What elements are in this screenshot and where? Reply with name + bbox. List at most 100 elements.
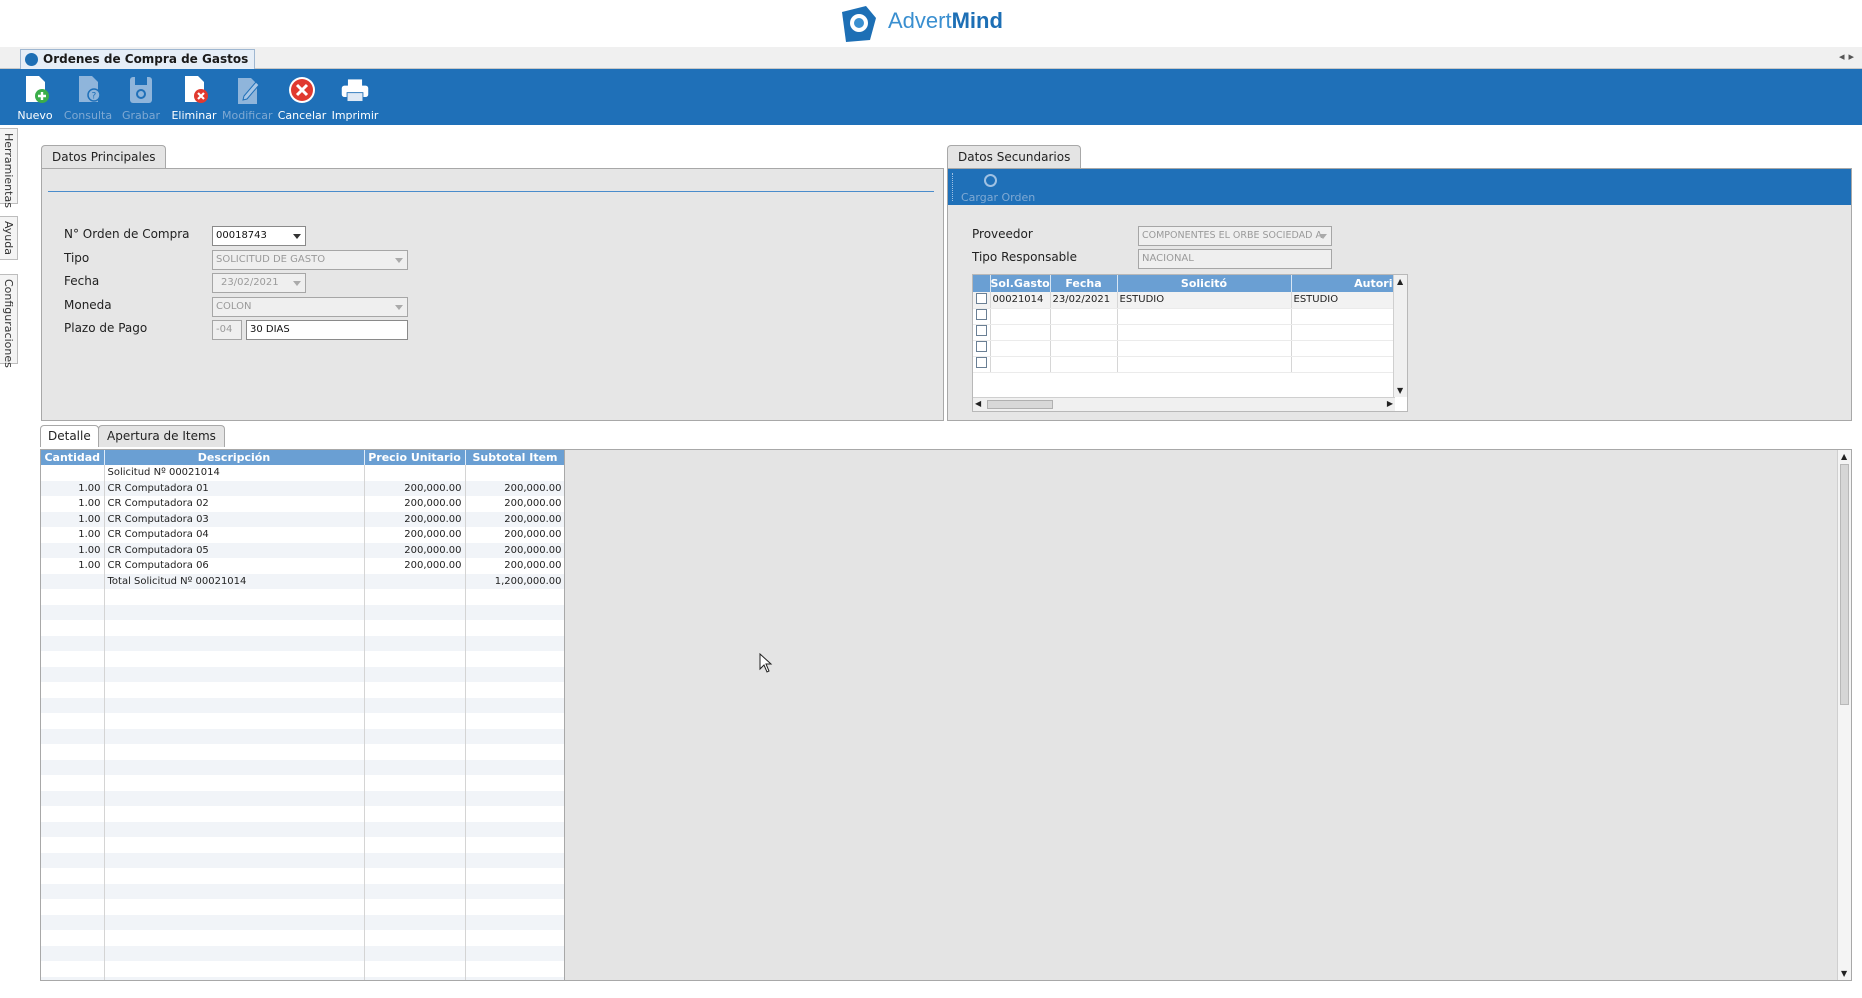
empty-row[interactable] [41, 635, 564, 651]
table-row[interactable] [973, 356, 1394, 373]
tab-apertura-items[interactable]: Apertura de Items [98, 425, 225, 447]
scroll-thumb[interactable] [987, 400, 1053, 409]
save-button[interactable]: Grabar [116, 72, 166, 124]
table-row[interactable]: 00021014 23/02/2021 ESTUDIO ESTUDIO [973, 292, 1394, 309]
new-button[interactable]: Nuevo [10, 72, 60, 124]
arrow-up-icon[interactable]: ▲ [1841, 452, 1847, 461]
chevron-down-icon [395, 258, 403, 263]
empty-row[interactable] [41, 604, 564, 620]
tab-datos-principales[interactable]: Datos Principales [41, 145, 167, 169]
empty-row[interactable] [41, 775, 564, 791]
empty-row[interactable] [41, 713, 564, 729]
empty-row[interactable] [41, 883, 564, 899]
col-subtotal-item[interactable]: Subtotal Item [465, 450, 564, 465]
chevron-down-icon [395, 305, 403, 310]
divider [48, 191, 934, 192]
cancel-icon [289, 77, 315, 103]
fecha-picker[interactable]: 23/02/2021 [212, 273, 306, 293]
tab-detalle[interactable]: Detalle [40, 425, 99, 447]
col-descripcion[interactable]: Descripción [104, 450, 365, 465]
col-autorizo[interactable]: Autori [1291, 275, 1394, 292]
empty-row[interactable] [41, 682, 564, 698]
row-checkbox[interactable] [975, 309, 987, 320]
table-row[interactable]: 1.00 CR Computadora 06 200,000.00 200,000.0… [41, 558, 564, 574]
tab-scroll-arrows[interactable]: ◂▸ [1839, 50, 1858, 63]
table-row[interactable] [973, 340, 1394, 357]
side-tab-herramientas[interactable]: Herramientas [0, 128, 18, 208]
row-checkbox[interactable] [975, 292, 987, 304]
empty-row[interactable] [41, 914, 564, 930]
empty-row[interactable] [41, 759, 564, 775]
col-cantidad[interactable]: Cantidad [41, 450, 105, 465]
moneda-select[interactable]: COLON [212, 297, 408, 317]
arrow-right-icon[interactable]: ▶ [1387, 399, 1393, 408]
empty-row[interactable] [41, 899, 564, 915]
side-tab-configuraciones[interactable]: Configuraciones [0, 274, 18, 368]
select-all-column[interactable] [973, 275, 991, 292]
row-checkbox[interactable] [975, 325, 987, 336]
plazo-code-field[interactable]: -04 [212, 320, 242, 340]
empty-row[interactable] [41, 651, 564, 667]
row-checkbox[interactable] [975, 357, 987, 368]
arrow-down-icon[interactable]: ▼ [1397, 386, 1403, 395]
detail-vertical-scrollbar[interactable]: ▲ ▼ [1837, 450, 1851, 980]
table-row[interactable]: 1.00 CR Computadora 02 200,000.00 200,000.0… [41, 496, 564, 512]
empty-row[interactable] [41, 837, 564, 853]
solicitudes-table: Sol.Gasto Fecha Solicitó Autori 00021014… [973, 275, 1394, 373]
grid-horizontal-scrollbar[interactable]: ◀ ▶ [973, 397, 1395, 411]
arrow-up-icon[interactable]: ▲ [1397, 277, 1403, 286]
tab-datos-secundarios[interactable]: Datos Secundarios [947, 145, 1082, 169]
empty-row[interactable] [41, 852, 564, 868]
cell-sol-gasto: 00021014 [990, 292, 1051, 309]
tipo-responsable-field[interactable]: NACIONAL [1138, 249, 1332, 269]
col-solicito[interactable]: Solicitó [1117, 275, 1292, 292]
col-fecha[interactable]: Fecha [1050, 275, 1118, 292]
row-checkbox[interactable] [975, 341, 987, 352]
empty-row[interactable] [41, 976, 564, 980]
table-row[interactable] [973, 324, 1394, 341]
grid-header-row: Sol.Gasto Fecha Solicitó Autori [973, 275, 1394, 292]
tipo-select[interactable]: SOLICITUD DE GASTO [212, 250, 408, 270]
empty-row[interactable] [41, 744, 564, 760]
table-row[interactable]: 1.00 CR Computadora 05 200,000.00 200,000.0… [41, 542, 564, 558]
col-sol-gasto[interactable]: Sol.Gasto [990, 275, 1051, 292]
empty-row[interactable] [41, 666, 564, 682]
col-precio-unitario[interactable]: Precio Unitario [364, 450, 466, 465]
cell-autorizo: ESTUDIO [1291, 292, 1394, 309]
empty-row[interactable] [41, 961, 564, 977]
scroll-thumb[interactable] [1840, 464, 1849, 705]
empty-row[interactable] [41, 821, 564, 837]
empty-row[interactable] [41, 728, 564, 744]
table-row[interactable]: Solicitud Nº 00021014 [41, 465, 564, 481]
solicitudes-grid: Sol.Gasto Fecha Solicitó Autori 00021014… [972, 274, 1408, 412]
delete-button[interactable]: Eliminar [169, 72, 219, 124]
edit-icon [238, 78, 260, 104]
table-row[interactable]: 1.00 CR Computadora 01 200,000.00 200,000.0… [41, 480, 564, 496]
query-button[interactable]: ? Consulta [63, 72, 113, 124]
document-tab[interactable]: Ordenes de Compra de Gastos [20, 49, 256, 69]
print-button[interactable]: Imprimir [330, 72, 380, 124]
empty-row[interactable] [41, 589, 564, 605]
empty-row[interactable] [41, 868, 564, 884]
orden-select[interactable]: 00018743 [212, 226, 306, 246]
arrow-down-icon[interactable]: ▼ [1841, 969, 1847, 978]
table-row[interactable] [973, 308, 1394, 325]
grid-vertical-scrollbar[interactable]: ▲ ▼ [1393, 275, 1407, 397]
empty-row[interactable] [41, 790, 564, 806]
empty-row[interactable] [41, 697, 564, 713]
table-row[interactable]: 1.00 CR Computadora 04 200,000.00 200,000.0… [41, 527, 564, 543]
proveedor-select[interactable]: COMPONENTES EL ORBE SOCIEDAD A [1138, 226, 1332, 246]
table-row[interactable]: 1.00 CR Computadora 03 200,000.00 200,000.0… [41, 511, 564, 527]
empty-row[interactable] [41, 806, 564, 822]
mouse-cursor-icon [759, 653, 773, 673]
modify-button[interactable]: Modificar [222, 72, 273, 124]
table-row[interactable]: Total Solicitud Nº 00021014 1,200,000.00 [41, 573, 564, 589]
arrow-left-icon[interactable]: ◀ [975, 399, 981, 408]
plazo-label: Plazo de Pago [64, 321, 148, 335]
empty-row[interactable] [41, 620, 564, 636]
empty-row[interactable] [41, 945, 564, 961]
side-tab-ayuda[interactable]: Ayuda [0, 216, 18, 260]
empty-row[interactable] [41, 930, 564, 946]
plazo-value-field[interactable]: 30 DIAS [246, 320, 408, 340]
cancel-button[interactable]: Cancelar [277, 72, 327, 124]
